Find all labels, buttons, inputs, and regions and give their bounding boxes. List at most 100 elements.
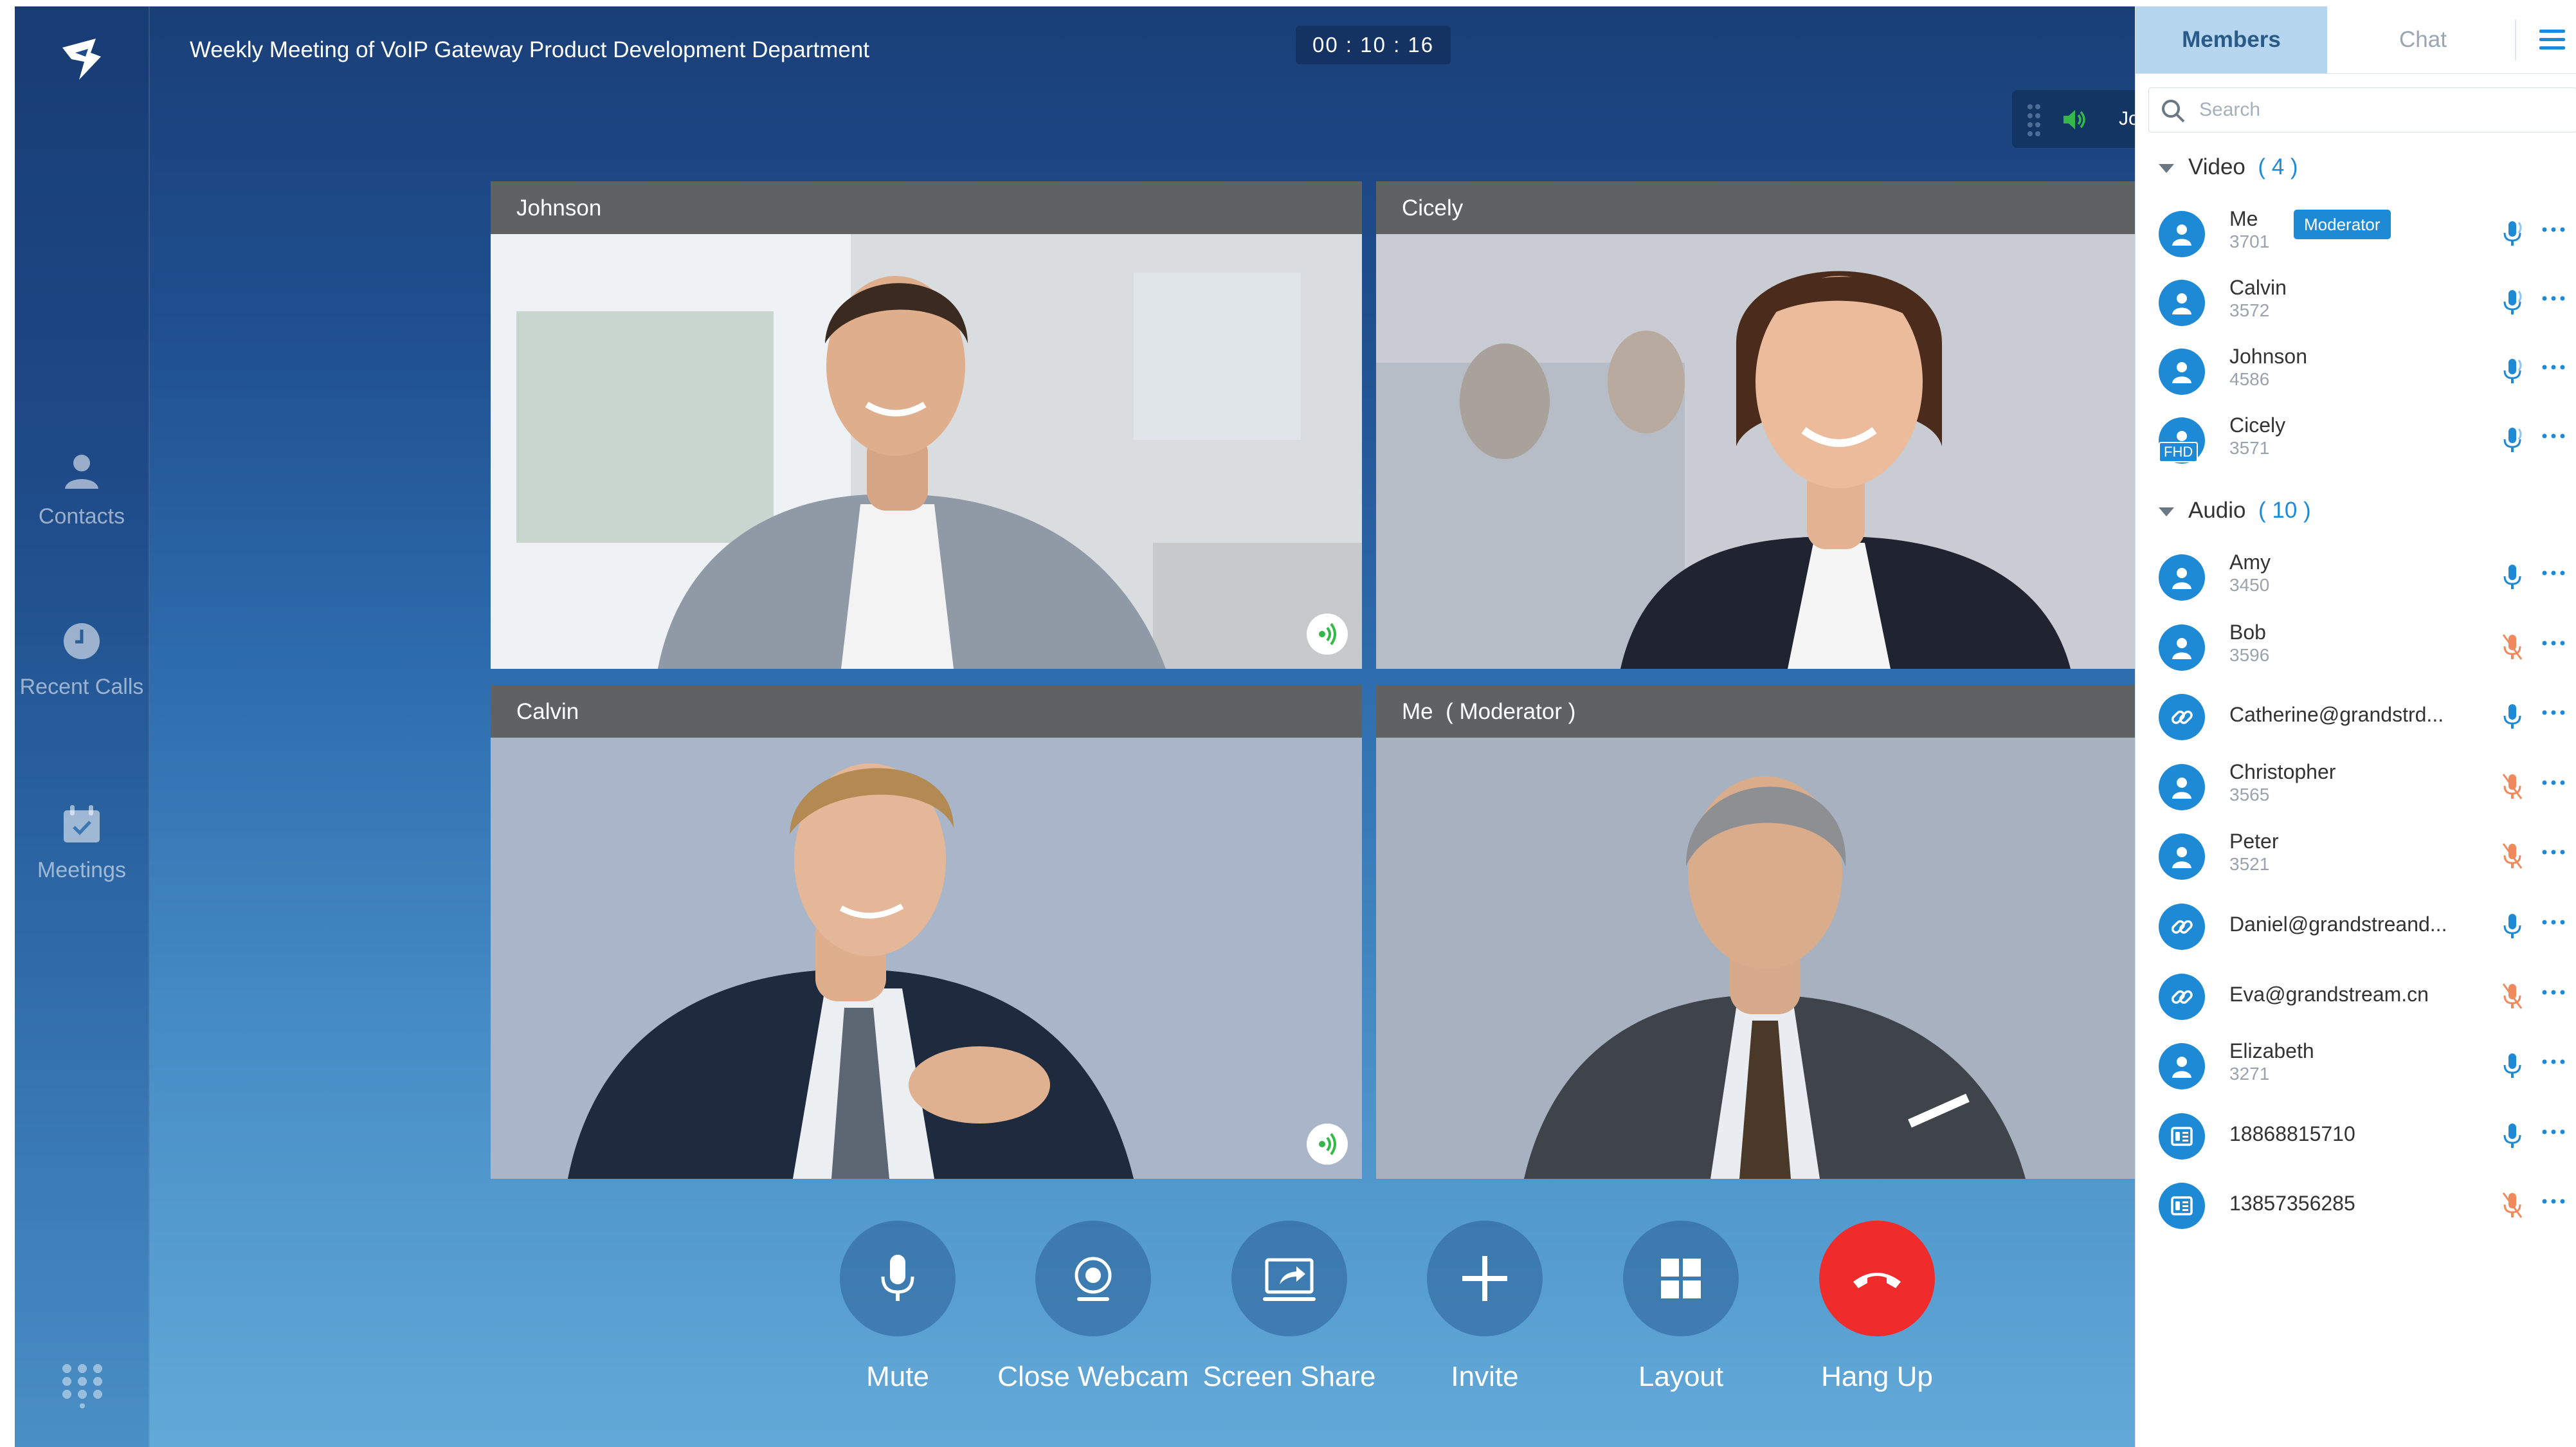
member-mic-toggle[interactable] [2499, 355, 2525, 387]
member-row[interactable]: Daniel@grandstreand... [2136, 891, 2576, 955]
member-row[interactable]: Amy 3450 [2136, 541, 2576, 606]
member-mic-toggle[interactable] [2499, 217, 2525, 250]
member-row[interactable]: Peter 3521 [2136, 821, 2576, 885]
tab-chat[interactable]: Chat [2327, 6, 2519, 73]
more-options-icon[interactable] [2541, 633, 2566, 653]
member-mic-toggle[interactable] [2499, 980, 2525, 1012]
member-row[interactable]: 13857356285 [2136, 1170, 2576, 1234]
tab-members[interactable]: Members [2136, 6, 2327, 73]
member-mic-toggle[interactable] [2499, 631, 2525, 663]
dialpad-icon[interactable] [60, 1363, 105, 1408]
more-options-icon[interactable] [2541, 1122, 2566, 1142]
member-name: 18868815710 [2229, 1122, 2355, 1145]
mute-button[interactable]: Mute [801, 1221, 994, 1393]
more-options-icon[interactable] [2541, 358, 2566, 377]
video-tile-cicely[interactable]: Cicely [1376, 181, 2135, 669]
member-row[interactable]: Eva@grandstream.cn [2136, 961, 2576, 1025]
member-row[interactable]: Catherine@grandstrd... [2136, 681, 2576, 745]
member-row[interactable]: Calvin 3572 [2136, 267, 2576, 331]
panel-tabs: Members Chat [2136, 6, 2576, 74]
meeting-timer: 00 : 10 : 16 [1296, 26, 1451, 64]
members-panel: Members Chat Video ( 4 ) Me 3701 Moderator… [2135, 6, 2576, 1447]
active-speaker-name: Jo [2119, 108, 2135, 129]
member-mic-toggle[interactable] [2499, 286, 2525, 318]
member-extension: 3450 [2229, 575, 2270, 595]
more-options-icon[interactable] [2541, 289, 2566, 308]
member-row[interactable]: Christopher 3565 [2136, 751, 2576, 815]
sidebar-item-contacts[interactable]: Contacts [15, 450, 149, 529]
more-options-icon[interactable] [2541, 983, 2566, 1002]
member-mic-toggle[interactable] [2499, 840, 2525, 872]
member-mic-toggle[interactable] [2499, 910, 2525, 942]
phone-contact-icon [2171, 1196, 2193, 1216]
member-mic-toggle[interactable] [2499, 1050, 2525, 1082]
video-tile-me[interactable]: Me ( Moderator ) [1376, 685, 2135, 1179]
member-row[interactable]: Me 3701 Moderator [2136, 198, 2576, 262]
invite-button[interactable]: Invite [1388, 1221, 1581, 1393]
hamburger-menu-icon[interactable] [2539, 28, 2565, 51]
member-extension: 3565 [2229, 784, 2270, 805]
person-icon [2172, 1057, 2191, 1078]
more-options-icon[interactable] [2541, 842, 2566, 862]
member-row[interactable]: Johnson 4586 [2136, 336, 2576, 400]
microphone-muted-icon [2502, 983, 2523, 1009]
more-options-icon[interactable] [2541, 913, 2566, 932]
member-name: Calvin [2229, 276, 2287, 299]
search-input[interactable] [2198, 95, 2561, 125]
layout-button[interactable]: Layout [1584, 1221, 1777, 1393]
more-options-icon[interactable] [2541, 1052, 2566, 1071]
video-tile-calvin[interactable]: Calvin [491, 685, 1362, 1179]
member-avatar [2159, 1113, 2205, 1160]
member-row[interactable]: Elizabeth 3271 [2136, 1030, 2576, 1095]
member-avatar [2159, 833, 2205, 880]
hang-up-button[interactable]: Hang Up [1781, 1221, 1973, 1393]
member-search[interactable] [2148, 87, 2576, 132]
moderator-badge: Moderator [2294, 210, 2391, 239]
more-options-icon[interactable] [2541, 1192, 2566, 1211]
tile-participant-name-text: Me [1402, 699, 1433, 724]
more-options-icon[interactable] [2541, 703, 2566, 722]
person-icon [2172, 224, 2191, 246]
video-feed-image [491, 234, 1362, 669]
video-group-header[interactable]: Video ( 4 ) [2159, 154, 2298, 180]
member-mic-toggle[interactable] [2499, 700, 2525, 733]
member-extension: 3572 [2229, 300, 2270, 320]
member-extension: 3571 [2229, 438, 2270, 458]
speaker-icon [2064, 110, 2085, 129]
link-icon [2171, 711, 2193, 724]
more-options-icon[interactable] [2541, 563, 2566, 583]
more-options-icon[interactable] [2541, 773, 2566, 792]
person-icon [2172, 777, 2191, 799]
microphone-icon [2503, 1053, 2521, 1078]
control-label: Hang Up [1821, 1361, 1933, 1392]
sidebar-item-meetings[interactable]: Meetings [15, 804, 149, 883]
sidebar-item-recent-calls[interactable]: Recent Calls [15, 621, 149, 700]
group-count: ( 10 ) [2258, 498, 2311, 523]
close-webcam-button[interactable]: Close Webcam [997, 1221, 1190, 1393]
audio-group-header[interactable]: Audio ( 10 ) [2159, 498, 2311, 523]
member-mic-toggle[interactable] [2499, 1189, 2525, 1221]
member-avatar [2159, 763, 2205, 810]
member-name: Christopher [2229, 760, 2336, 783]
member-row[interactable]: FHD Cicely 3571 [2136, 405, 2576, 469]
sidebar-item-label: Meetings [37, 858, 126, 882]
search-icon [2162, 100, 2185, 123]
tile-role-label: ( Moderator ) [1446, 699, 1576, 724]
more-options-icon[interactable] [2541, 220, 2566, 239]
member-mic-toggle[interactable] [2499, 770, 2525, 803]
member-row[interactable]: 18868815710 [2136, 1100, 2576, 1165]
meeting-stage: Contacts Recent Calls Meetings Weekly Me… [15, 6, 2135, 1447]
screen-share-button[interactable]: Screen Share [1193, 1221, 1386, 1393]
member-mic-toggle[interactable] [2499, 424, 2525, 456]
person-icon [65, 455, 98, 489]
member-row[interactable]: Bob 3596 [2136, 612, 2576, 676]
member-mic-toggle[interactable] [2499, 561, 2525, 593]
more-options-icon[interactable] [2541, 426, 2566, 446]
member-mic-toggle[interactable] [2499, 1120, 2525, 1152]
drag-handle-icon[interactable] [2026, 103, 2042, 136]
control-label: Invite [1451, 1361, 1519, 1392]
video-tile-johnson[interactable]: Johnson [491, 181, 1362, 669]
video-feed-image [491, 738, 1362, 1179]
member-avatar [2159, 211, 2205, 257]
active-speaker-indicator[interactable]: Jo [2012, 90, 2135, 148]
